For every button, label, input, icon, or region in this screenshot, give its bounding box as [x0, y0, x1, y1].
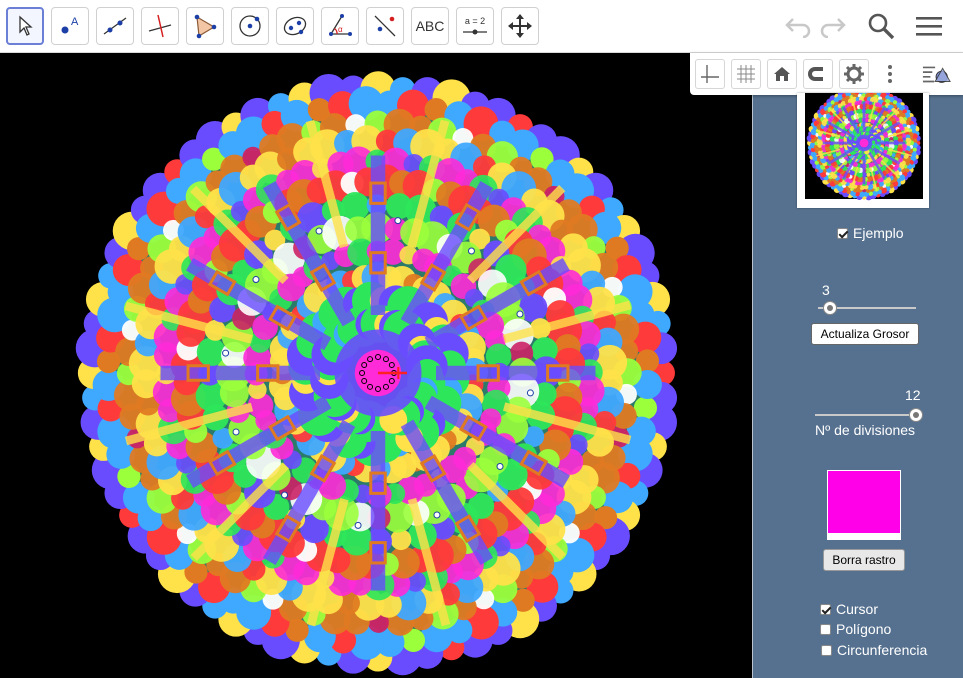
redo-button[interactable] [816, 10, 850, 42]
ellipse-icon [283, 16, 307, 36]
slider-icon: a = 2 [463, 16, 487, 35]
poligono-label: Polígono [836, 621, 892, 637]
svg-text:a = 2: a = 2 [465, 16, 485, 26]
gear-icon [844, 64, 864, 84]
line-icon [103, 17, 127, 35]
search-icon [868, 13, 895, 40]
actualiza-grosor-button[interactable]: Actualiza Grosor [811, 323, 919, 345]
thumbnail-image [805, 85, 923, 201]
ejemplo-checkbox[interactable]: Ejemplo [837, 225, 904, 241]
ejemplo-checkbox-box[interactable] [837, 227, 848, 239]
toggle-algebra-view-button[interactable] [922, 59, 952, 89]
graphics-view[interactable] [0, 53, 752, 678]
undo-button[interactable] [781, 10, 815, 42]
home-icon [774, 67, 790, 81]
borra-rastro-button[interactable]: Borra rastro [823, 549, 905, 571]
circunferencia-checkbox[interactable]: Circunferencia [821, 642, 927, 658]
cursor-label: Cursor [836, 601, 879, 617]
menu-icon [916, 17, 942, 36]
text-icon: ABC [415, 18, 445, 34]
more-options-button[interactable] [875, 59, 905, 89]
poligono-checkbox-box[interactable] [820, 623, 831, 635]
home-view-button[interactable] [767, 59, 797, 89]
circle-tool-button[interactable] [231, 7, 269, 45]
search-button[interactable] [864, 10, 898, 42]
move-view-icon [508, 14, 532, 38]
slider-tool-button[interactable]: a = 2 [456, 7, 494, 45]
line-tool-button[interactable] [96, 7, 134, 45]
divisiones-slider-track[interactable] [815, 414, 915, 416]
redo-icon [820, 18, 846, 38]
main-menu-button[interactable] [912, 10, 946, 42]
grid-toggle-button[interactable] [731, 59, 761, 89]
color-swatch[interactable] [827, 470, 901, 540]
perpendicular-tool-button[interactable] [141, 7, 179, 45]
ejemplo-label: Ejemplo [853, 225, 904, 241]
circunferencia-label: Circunferencia [837, 642, 928, 658]
svg-text:A: A [71, 16, 79, 28]
cursor-checkbox[interactable]: Cursor [820, 601, 878, 617]
text-tool-button[interactable]: ABC [411, 7, 449, 45]
mandala-drawing [75, 71, 678, 676]
perpendicular-line-icon [148, 14, 172, 38]
cursor-checkbox-box[interactable] [820, 603, 831, 615]
poligono-checkbox[interactable]: Polígono [820, 621, 891, 637]
main-toolbar: A α ABC a = 2 [0, 0, 963, 53]
divisiones-value: 12 [905, 387, 921, 403]
move-graphics-tool-button[interactable] [501, 7, 539, 45]
grid-icon [737, 65, 755, 83]
ellipse-tool-button[interactable] [276, 7, 314, 45]
arrow-cursor-icon [19, 15, 33, 36]
move-tool-button[interactable] [6, 7, 44, 45]
toggle-algebra-icon [922, 66, 951, 83]
graphics-style-bar [690, 53, 963, 95]
angle-tool-button[interactable]: α [321, 7, 359, 45]
circle-center-icon [239, 15, 261, 37]
axes-icon [701, 65, 719, 83]
divisiones-slider-knob[interactable] [909, 408, 923, 422]
point-icon: A [61, 16, 79, 34]
circunferencia-checkbox-box[interactable] [821, 644, 832, 656]
settings-button[interactable] [839, 59, 869, 89]
point-tool-button[interactable]: A [51, 7, 89, 45]
reflect-tool-button[interactable] [366, 7, 404, 45]
point-capture-button[interactable] [803, 59, 833, 89]
angle-icon: α [329, 14, 352, 36]
svg-text:α: α [338, 25, 343, 34]
axes-toggle-button[interactable] [695, 59, 725, 89]
undo-icon [785, 18, 811, 38]
divisiones-label: Nº de divisiones [815, 422, 916, 438]
reflect-icon [374, 15, 396, 37]
polygon-tool-button[interactable] [186, 7, 224, 45]
point-capture-icon [808, 67, 823, 81]
example-thumbnail [797, 85, 929, 208]
grosor-value: 3 [822, 282, 830, 298]
polygon-icon [194, 14, 217, 39]
grosor-slider-knob[interactable] [823, 301, 837, 315]
more-icon [888, 65, 892, 83]
